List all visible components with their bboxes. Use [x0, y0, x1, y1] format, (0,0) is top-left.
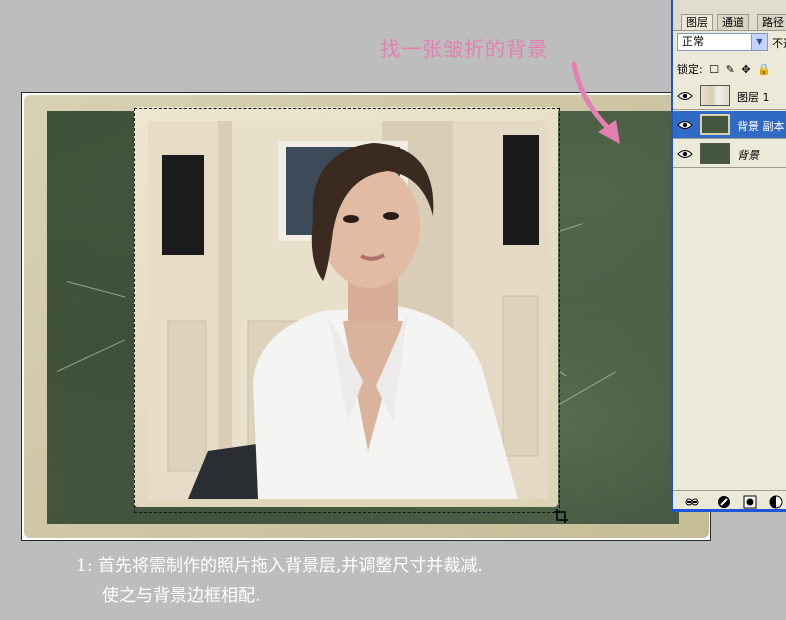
annotation-text: 找一张皱折的背景 — [380, 37, 548, 61]
layers-panel: 图层 通道 路径 正常 ▼ 不透 锁定: ☐ ✎ ✥ 🔒 图层 1 背景 副本 … — [671, 0, 786, 512]
layer-row-background[interactable]: 背景 — [673, 140, 786, 168]
link-icon[interactable] — [685, 495, 699, 509]
lock-move-icon[interactable]: ✥ — [741, 63, 750, 76]
portrait-illustration — [148, 121, 548, 499]
eye-icon[interactable] — [677, 119, 693, 131]
caption-line-2: 使之与背景边框相配. — [102, 586, 261, 606]
layer-name: 背景 — [737, 149, 759, 162]
eye-icon[interactable] — [677, 90, 693, 102]
blend-mode-value: 正常 — [682, 35, 704, 48]
lock-row: 锁定: ☐ ✎ ✥ 🔒 — [677, 61, 774, 77]
tab-layers[interactable]: 图层 — [681, 14, 713, 30]
layer-thumbnail — [700, 143, 730, 164]
portrait-photo — [148, 121, 548, 499]
lock-label: 锁定: — [677, 63, 703, 76]
blend-mode-select[interactable]: 正常 ▼ — [677, 33, 768, 51]
lock-transparency-icon[interactable]: ☐ — [709, 63, 719, 76]
crack-line — [56, 339, 126, 372]
chevron-down-icon[interactable]: ▼ — [751, 34, 767, 50]
layer-thumbnail — [700, 114, 730, 135]
opacity-label: 不透 — [772, 37, 786, 50]
crop-icon[interactable] — [554, 509, 568, 523]
photo-white-border — [134, 107, 558, 507]
crack-line — [66, 281, 126, 298]
pointer-arrow-icon — [571, 61, 620, 144]
layer-name: 背景 副本 — [737, 120, 785, 133]
layer-thumbnail — [700, 85, 730, 106]
layer-style-icon[interactable] — [717, 495, 731, 509]
caption-line-1: 1: 首先将需制作的照片拖入背景层,并调整尺寸并裁减. — [76, 556, 483, 576]
adjustment-layer-icon[interactable] — [769, 495, 783, 509]
layer-mask-icon[interactable] — [743, 495, 757, 509]
lock-all-icon[interactable]: 🔒 — [757, 63, 771, 76]
tab-channels[interactable]: 通道 — [717, 14, 749, 30]
layer-row-layer1[interactable]: 图层 1 — [673, 82, 786, 110]
lock-brush-icon[interactable]: ✎ — [726, 63, 735, 76]
panel-tabs: 图层 通道 路径 — [673, 0, 786, 31]
instruction-caption: 1: 首先将需制作的照片拖入背景层,并调整尺寸并裁减. 使之与背景边框相配. — [76, 551, 483, 611]
layer-row-background-copy[interactable]: 背景 副本 — [673, 111, 786, 139]
tab-paths[interactable]: 路径 — [757, 14, 786, 30]
eye-icon[interactable] — [677, 148, 693, 160]
canvas-document[interactable] — [21, 92, 711, 541]
layer-name: 图层 1 — [737, 91, 770, 104]
panel-bottom-toolbar — [673, 490, 786, 509]
